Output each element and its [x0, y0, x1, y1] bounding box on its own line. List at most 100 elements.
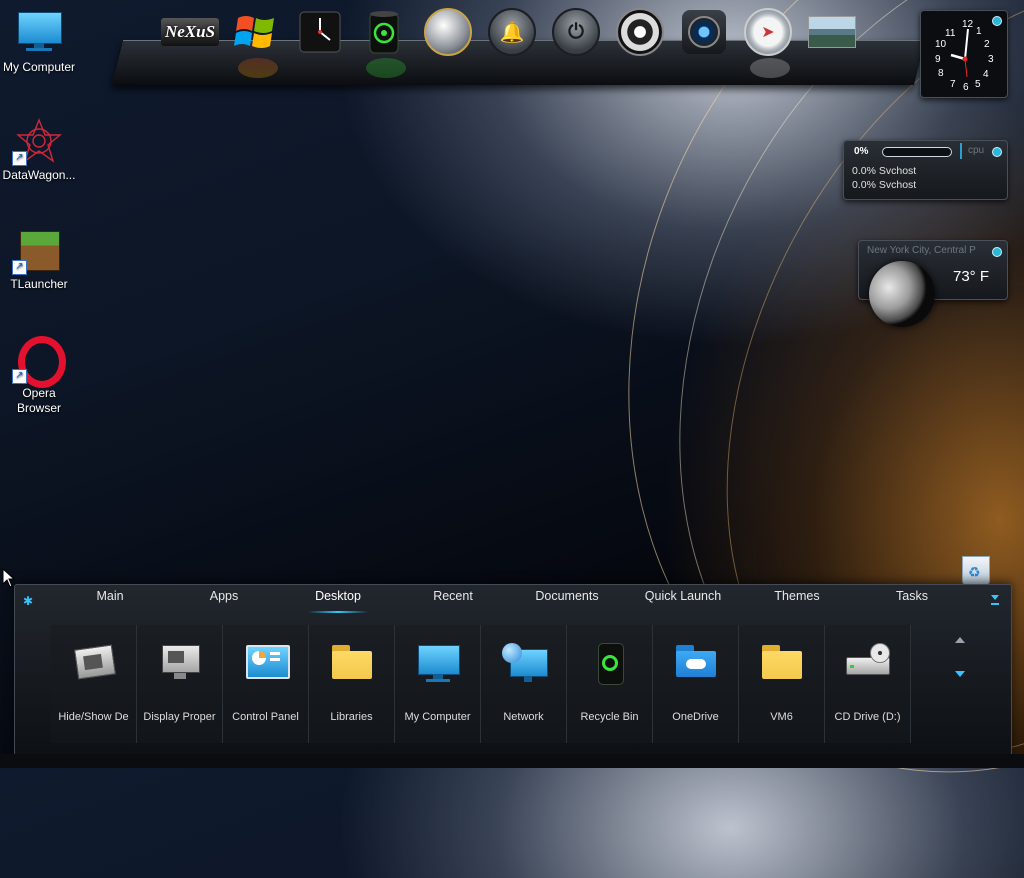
dock-item-speaker[interactable]	[616, 8, 664, 56]
desktop-icon-my-computer[interactable]: My Computer	[0, 10, 78, 75]
dock-item-recycle-bin[interactable]	[360, 8, 408, 56]
tab-desktop[interactable]: Desktop	[283, 589, 393, 613]
dock-item-power[interactable]: ⏻	[552, 8, 600, 56]
cpu-title: cpu	[968, 145, 985, 156]
dock-item-photo[interactable]	[808, 8, 856, 56]
weather-location: New York City, Central P	[867, 245, 976, 256]
dock-item-camera[interactable]	[680, 8, 728, 56]
scroll-up-arrow-icon[interactable]	[955, 637, 965, 643]
recycle-bin-icon	[369, 11, 399, 54]
windows-logo-icon	[234, 16, 274, 48]
panel-item-label: Libraries	[330, 711, 373, 723]
desktop-icon-label: DataWagon...	[2, 168, 76, 182]
tab-apps[interactable]: Apps	[169, 589, 279, 603]
panel-item-hide-show-desktop[interactable]: Hide/Show De	[51, 625, 137, 743]
photo-icon	[808, 16, 856, 48]
dock-item-clock[interactable]	[296, 8, 344, 56]
panel-item-label: Network	[503, 711, 544, 723]
shortcut-arrow-icon: ↗	[12, 260, 27, 275]
desktop-icon-label: TLauncher	[10, 277, 68, 291]
nexus-logo-icon: NeXuS	[160, 18, 220, 46]
cpu-process: 0.0% Svchost	[852, 165, 917, 177]
dock-item-compass[interactable]: ➤	[744, 8, 792, 56]
onedrive-icon	[674, 643, 718, 683]
weather-temperature: 73° F	[953, 268, 990, 285]
bell-icon: 🔔	[488, 8, 536, 56]
opera-icon: ↗	[12, 336, 66, 388]
cpu-gadget[interactable]: 0% cpu 0.0% Svchost 0.0% Svchost	[843, 140, 1008, 200]
clock-gadget[interactable]: 12 1 2 3 4 5 6 7 8 9 10 11	[920, 10, 1008, 98]
desktop-icon-tlauncher[interactable]: ↗ TLauncher	[0, 227, 78, 292]
desktop-icon-opera[interactable]: ↗ Opera Browser	[0, 336, 78, 416]
dock-reflection	[366, 58, 406, 78]
scroll-down-arrow-icon[interactable]	[955, 671, 965, 677]
shortcut-arrow-icon: ↗	[12, 151, 27, 166]
clock-face: 12 1 2 3 4 5 6 7 8 9 10 11	[933, 17, 1001, 93]
tab-quick-launch[interactable]: Quick Launch	[628, 589, 738, 603]
panel-item-my-computer[interactable]: My Computer	[395, 625, 481, 743]
cpu-usage-bar	[882, 147, 952, 157]
desktop-icon-datawagon[interactable]: ↗ DataWagon...	[0, 118, 78, 183]
control-panel-icon	[244, 643, 290, 683]
panel-tabs: Main Apps Desktop Recent Documents Quick…	[15, 585, 1011, 613]
tab-documents[interactable]: Documents	[512, 589, 622, 603]
panel-item-cd-drive[interactable]: CD Drive (D:)	[825, 625, 911, 743]
compass-icon: ➤	[744, 8, 792, 56]
gadget-settings-icon[interactable]	[992, 147, 1002, 157]
panel-item-label: Hide/Show De	[58, 711, 129, 723]
panel-item-label: CD Drive (D:)	[834, 711, 901, 723]
cd-drive-icon	[845, 643, 890, 683]
datawagon-icon: ↗	[12, 118, 62, 166]
cpu-process: 0.0% Svchost	[852, 179, 917, 191]
globe-icon	[424, 8, 472, 56]
cpu-percent: 0%	[854, 146, 869, 157]
panel-item-recycle-bin[interactable]: Recycle Bin	[567, 625, 653, 743]
panel-item-network[interactable]: Network	[481, 625, 567, 743]
panel-collapse-icon[interactable]	[991, 595, 999, 605]
speaker-icon	[616, 8, 664, 56]
panel-item-vm6[interactable]: VM6	[739, 625, 825, 743]
moon-icon	[869, 261, 935, 327]
display-icon	[158, 643, 202, 683]
panel-item-control-panel[interactable]: Control Panel	[223, 625, 309, 743]
tab-main[interactable]: Main	[55, 589, 165, 603]
dock-item-internet[interactable]	[424, 8, 472, 56]
dock-item-bell[interactable]: 🔔	[488, 8, 536, 56]
panel-item-label: My Computer	[404, 711, 471, 723]
recycle-bin-icon	[588, 643, 632, 685]
panel-items: Hide/Show De Display Proper Control Pane…	[51, 625, 911, 743]
dock-reflection	[750, 58, 790, 78]
desktop-recycle-bin-icon[interactable]: ♻	[958, 552, 992, 586]
panel-item-label: Display Proper	[143, 711, 216, 723]
panel-item-display-properties[interactable]: Display Proper	[137, 625, 223, 743]
dock-reflection	[238, 58, 278, 78]
gadget-settings-icon[interactable]	[992, 247, 1002, 257]
camera-icon	[682, 10, 726, 54]
tab-tasks[interactable]: Tasks	[857, 589, 967, 603]
taskbar	[0, 754, 1024, 768]
panel-item-onedrive[interactable]: OneDrive	[653, 625, 739, 743]
dock-item-windows[interactable]	[232, 8, 280, 56]
nexus-shelf-panel: ✱ Main Apps Desktop Recent Documents Qui…	[14, 584, 1012, 756]
desktop-icon-label: Opera Browser	[16, 386, 61, 415]
folder-icon	[330, 643, 374, 683]
clock-hands	[950, 28, 969, 78]
monitor-icon	[416, 643, 460, 683]
tab-recent[interactable]: Recent	[398, 589, 508, 603]
grass-block-icon: ↗	[12, 227, 62, 275]
desktop-toggle-icon	[72, 643, 116, 683]
dock-item-nexus[interactable]: NeXuS	[160, 8, 220, 56]
desktop-icon-label: My Computer	[2, 60, 76, 74]
network-icon	[501, 643, 548, 683]
panel-item-label: Control Panel	[232, 711, 299, 723]
folder-icon	[760, 643, 804, 683]
panel-item-label: Recycle Bin	[580, 711, 639, 723]
panel-item-label: OneDrive	[672, 711, 719, 723]
panel-item-libraries[interactable]: Libraries	[309, 625, 395, 743]
tab-themes[interactable]: Themes	[742, 589, 852, 603]
clock-icon	[299, 11, 341, 53]
shortcut-arrow-icon: ↗	[12, 369, 27, 384]
monitor-icon	[16, 10, 62, 56]
panel-item-label: VM6	[770, 711, 793, 723]
power-icon: ⏻	[552, 8, 600, 56]
